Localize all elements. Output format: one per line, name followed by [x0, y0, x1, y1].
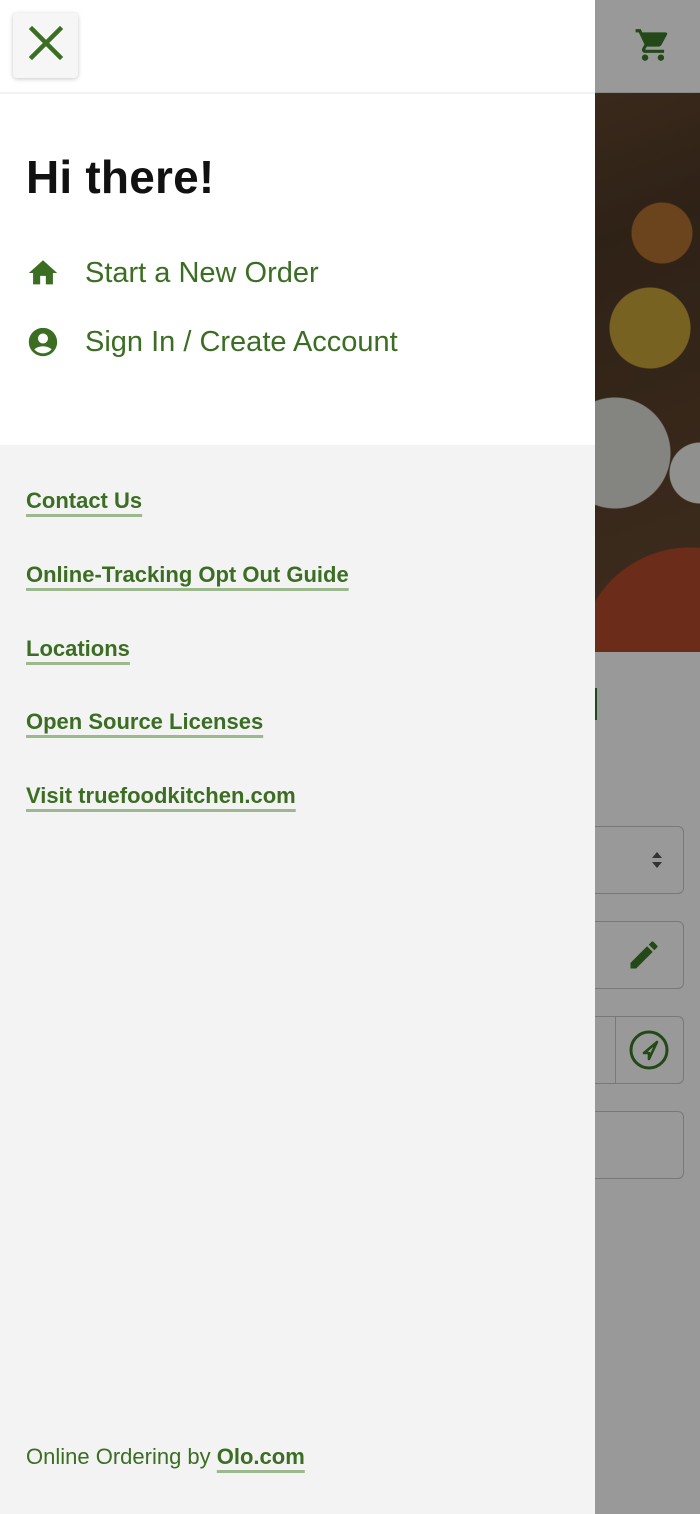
powered-by-footer: Online Ordering by Olo.com — [26, 1444, 305, 1470]
sign-in-label: Sign In / Create Account — [85, 325, 398, 358]
greeting-heading: Hi there! — [26, 151, 215, 203]
visit-website-link[interactable]: Visit truefoodkitchen.com — [26, 783, 296, 809]
close-icon — [28, 25, 64, 66]
user-circle-icon — [26, 325, 60, 359]
home-icon — [26, 256, 60, 290]
locations-link[interactable]: Locations — [26, 636, 130, 662]
sign-in-link[interactable]: Sign In / Create Account — [26, 325, 398, 359]
start-new-order-link[interactable]: Start a New Order — [26, 256, 319, 290]
powered-by-prefix: Online Ordering by — [26, 1444, 217, 1469]
start-new-order-label: Start a New Order — [85, 256, 319, 289]
olo-link[interactable]: Olo.com — [217, 1444, 305, 1469]
side-drawer: Hi there! Start a New Order Sign In / Cr… — [0, 0, 595, 1514]
close-button[interactable] — [13, 13, 78, 78]
contact-us-link[interactable]: Contact Us — [26, 488, 142, 514]
open-source-licenses-link[interactable]: Open Source Licenses — [26, 709, 263, 735]
tracking-opt-out-link[interactable]: Online-Tracking Opt Out Guide — [26, 562, 349, 588]
drawer-header-divider — [0, 92, 595, 94]
drawer-top-section — [0, 0, 595, 445]
